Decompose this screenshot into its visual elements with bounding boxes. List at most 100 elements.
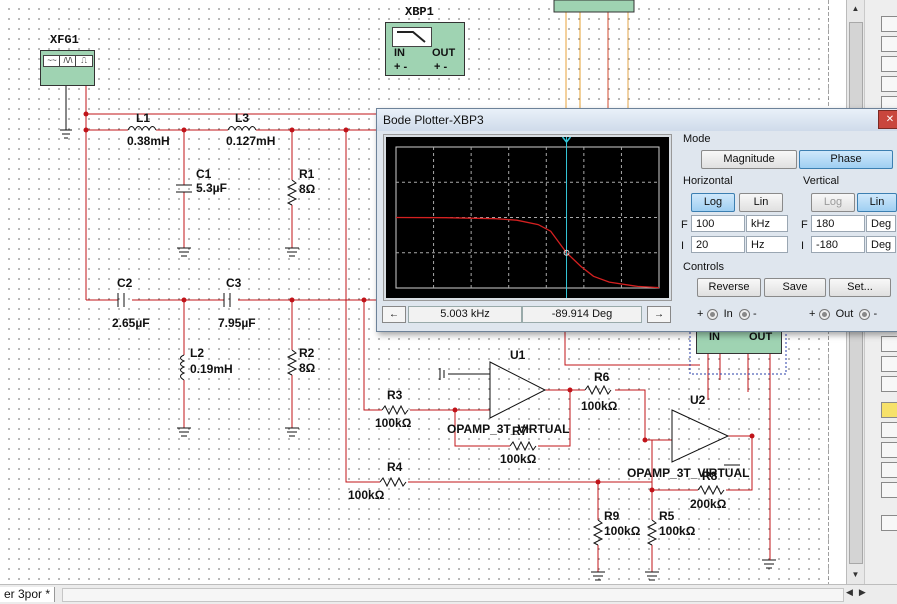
cursor-readout: ← 5.003 kHz -89.914 Deg → (380, 306, 672, 324)
function-generator-icon[interactable] (881, 36, 897, 52)
v-initial-label: I (801, 240, 805, 252)
value-L1: 0.38mH (127, 134, 170, 148)
save-button[interactable]: Save (764, 278, 826, 297)
in-minus-label: - (753, 308, 757, 320)
close-icon[interactable]: ✕ (878, 110, 897, 129)
bode-display[interactable] (383, 134, 672, 301)
label-U1: U1 (510, 348, 526, 362)
h-initial-value[interactable]: 20 (691, 236, 745, 253)
bode-plotter-icon[interactable] (881, 336, 897, 352)
label-C1: C1 (196, 167, 212, 181)
v-final-unit[interactable]: Deg (866, 215, 896, 232)
in-label: In (723, 308, 733, 320)
value-C3: 7.95µF (218, 316, 256, 330)
v-final-value[interactable]: 180 (811, 215, 865, 232)
scroll-down-icon[interactable]: ▼ (847, 566, 864, 583)
v-initial-unit[interactable]: Deg (866, 236, 896, 253)
vertical-lin-button[interactable]: Lin (857, 193, 897, 212)
value-R1: 8Ω (299, 182, 316, 196)
label-L2: L2 (190, 346, 205, 360)
cursor-left-icon[interactable]: ← (382, 306, 406, 323)
label-L3: L3 (235, 111, 250, 125)
in-minus-terminal-icon[interactable] (738, 308, 750, 320)
frequency-counter-icon[interactable] (881, 356, 897, 372)
v-final-label: F (801, 219, 808, 231)
h-initial-unit[interactable]: Hz (746, 236, 788, 253)
value-C2: 2.65µF (112, 316, 150, 330)
label-R9: R9 (604, 509, 620, 523)
oscilloscope-icon[interactable] (881, 76, 897, 92)
logic-converter-icon[interactable] (881, 422, 897, 438)
in-plus-label: + (697, 308, 704, 320)
horizontal-label: Horizontal (683, 175, 733, 187)
vertical-log-button[interactable]: Log (811, 193, 855, 212)
h-final-value[interactable]: 100 (691, 215, 745, 232)
bode-title-bar[interactable]: Bode Plotter-XBP3 ✕ (377, 109, 897, 131)
current-probe-icon[interactable] (881, 515, 897, 531)
bode-plotter-window[interactable]: Bode Plotter-XBP3 ✕ ← 5.003 kHz -89.914 … (376, 108, 897, 332)
value-R4: 100kΩ (348, 488, 385, 502)
out-minus-terminal-icon[interactable] (859, 308, 871, 320)
h-final-unit[interactable]: kHz (746, 215, 788, 232)
scroll-up-icon[interactable]: ▲ (847, 0, 864, 17)
label-C2: C2 (117, 276, 133, 290)
mode-label: Mode (683, 133, 711, 145)
value-C1: 5.3µF (196, 181, 227, 195)
label-R4: R4 (387, 460, 403, 474)
xbp1-label: XBP1 (405, 5, 434, 19)
value-L3: 0.127mH (226, 134, 276, 148)
document-tab[interactable]: er 3por * (0, 587, 56, 602)
label-L1: L1 (136, 111, 151, 125)
in-plus-terminal-icon[interactable] (706, 308, 718, 320)
word-generator-icon[interactable] (881, 376, 897, 392)
vertical-label: Vertical (803, 175, 840, 187)
iv-analyzer-icon[interactable] (881, 442, 897, 458)
function-generator[interactable]: ~~ /\/\ ⎍ (40, 50, 95, 86)
h-final-label: F (681, 219, 688, 231)
xbp1-out-label: OUT (432, 47, 456, 59)
bottom-bar: er 3por * ◀▶ (0, 584, 897, 604)
wattmeter-icon[interactable] (881, 56, 897, 72)
value-R3: 100kΩ (375, 416, 412, 430)
label-R3: R3 (387, 388, 403, 402)
set-button[interactable]: Set... (829, 278, 891, 297)
value-R9: 100kΩ (604, 524, 641, 538)
phase-button[interactable]: Phase (799, 150, 893, 169)
h-initial-label: I (681, 240, 685, 252)
cursor-right-icon[interactable]: → (647, 306, 671, 323)
value-R6: 100kΩ (581, 399, 618, 413)
label-C3: C3 (226, 276, 242, 290)
xbp1-in-label: IN (394, 47, 405, 59)
label-R6: R6 (594, 370, 610, 384)
value-R5: 100kΩ (659, 524, 696, 538)
label-U2: U2 (690, 393, 706, 407)
bode-rolloff-icon (392, 27, 432, 47)
model-U2: OPAMP_3T_VIRTUAL (627, 466, 750, 480)
multimeter-icon[interactable] (881, 16, 897, 32)
in-terminals: + In - (697, 308, 757, 320)
v-initial-value[interactable]: -180 (811, 236, 865, 253)
xbp3-instrument[interactable]: IN OUT (696, 330, 782, 354)
scroll-arrows-icon[interactable]: ◀▶ (846, 587, 872, 598)
horizontal-log-button[interactable]: Log (691, 193, 735, 212)
label-R2: R2 (299, 346, 315, 360)
logic-analyzer-icon[interactable] (881, 402, 897, 418)
xfg-label: XFG1 (50, 33, 79, 47)
cursor-phase: -89.914 Deg (522, 306, 642, 323)
out-plus-terminal-icon[interactable] (818, 308, 830, 320)
bode-window-title: Bode Plotter-XBP3 (383, 113, 484, 127)
reverse-button[interactable]: Reverse (697, 278, 761, 297)
cursor-frequency: 5.003 kHz (408, 306, 522, 323)
bode-plot[interactable] (386, 137, 669, 298)
horizontal-scrollbar[interactable] (62, 588, 844, 602)
magnitude-button[interactable]: Magnitude (701, 150, 797, 169)
horizontal-lin-button[interactable]: Lin (739, 193, 783, 212)
spectrum-analyzer-icon[interactable] (881, 482, 897, 498)
value-R8: 200kΩ (690, 497, 727, 511)
model-U1: OPAMP_3T_VIRTUAL (447, 422, 570, 436)
out-label: Out (835, 308, 854, 320)
xbp1-in-pins: + - (394, 61, 408, 73)
distortion-analyzer-icon[interactable] (881, 462, 897, 478)
value-R2: 8Ω (299, 361, 316, 375)
bode-plotter-instrument[interactable]: IN OUT + - + - (385, 22, 465, 76)
